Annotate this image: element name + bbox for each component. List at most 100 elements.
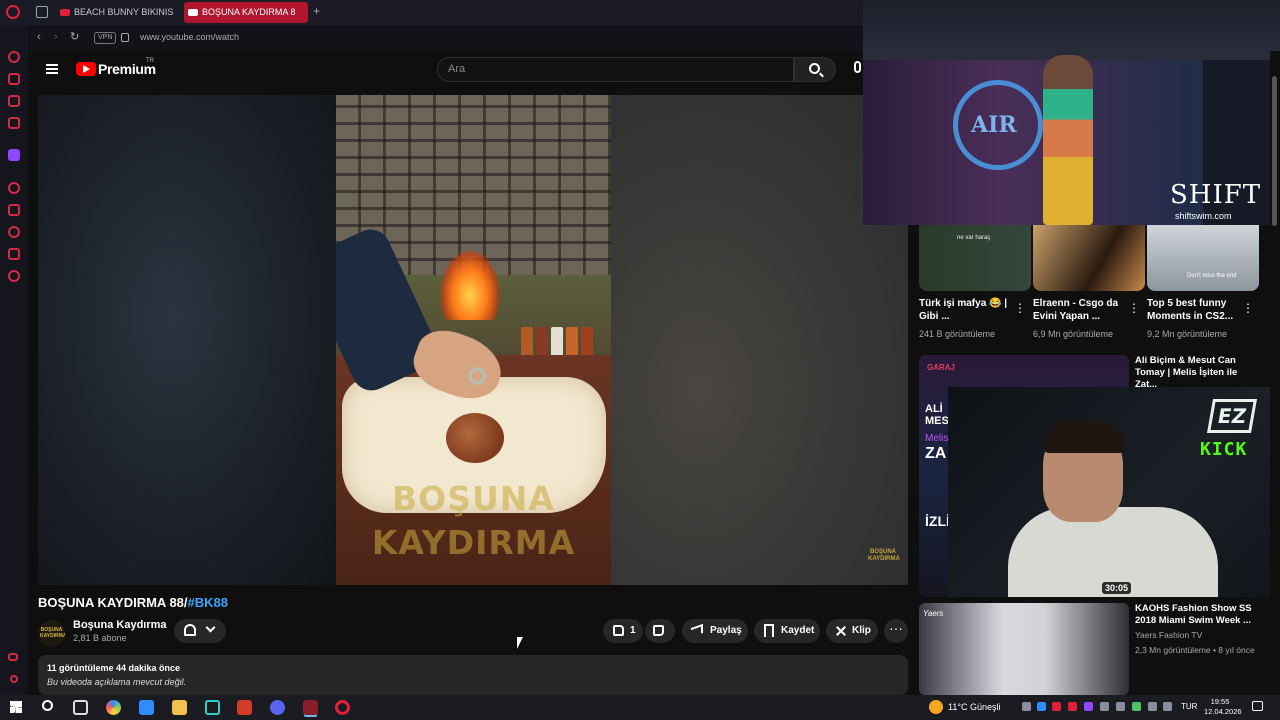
video-player[interactable]: BOŞUNA KAYDIRMA BOŞUNA KAYDIRMA (38, 95, 908, 585)
player-icon[interactable] (8, 182, 20, 194)
opera-logo-icon[interactable] (6, 5, 20, 19)
blurred-backdrop-left (38, 95, 336, 585)
search-icon (809, 63, 820, 74)
tray-icon[interactable] (1052, 702, 1061, 711)
edge-icon[interactable] (139, 700, 154, 715)
volume-icon[interactable] (1163, 702, 1172, 711)
tab-bosuna-kaydirma[interactable]: BOŞUNA KAYDIRMA 8 (184, 2, 308, 23)
recommendation-channel[interactable]: Yaers Fashion TV (1135, 630, 1202, 640)
short-thumbnail[interactable] (1033, 225, 1145, 291)
short-views: 6,9 Mn görüntüleme (1033, 329, 1114, 339)
runway-model (1043, 55, 1093, 225)
search-icon[interactable] (42, 700, 53, 711)
tab-beach-bunny[interactable]: BEACH BUNNY BIKINIS 20 (56, 2, 174, 23)
vpn-badge[interactable]: VPN (94, 32, 117, 44)
description-box[interactable]: 11 görüntüleme 44 dakika önce Bu videoda… (38, 655, 908, 695)
messenger-icon[interactable] (8, 95, 20, 107)
save-button[interactable]: Kaydet (754, 619, 820, 643)
downloads-icon[interactable] (8, 248, 20, 260)
short-menu-button[interactable]: ⋮ (1242, 301, 1254, 315)
corner-watermark: BOŞUNA KAYDIRMA (868, 549, 900, 562)
workspace-icon[interactable] (8, 73, 20, 85)
share-button[interactable]: Paylaş (682, 619, 748, 643)
channel-name[interactable]: Boşuna Kaydırma (73, 619, 167, 631)
video-duration: 30:05 (1102, 582, 1132, 594)
recommendation-title[interactable]: Ali Biçim & Mesut Can Tomay | Melis İşit… (1135, 355, 1255, 391)
short-thumbnail[interactable]: ne var haraç (919, 225, 1031, 291)
tab-islands-icon[interactable] (36, 6, 48, 18)
windows-start-icon[interactable] (10, 701, 22, 713)
scrollbar-thumb[interactable] (1272, 76, 1277, 226)
tray-icon[interactable] (1132, 702, 1141, 711)
short-title[interactable]: Türk işi mafya 😂 | Gibi ... (919, 297, 1019, 323)
views-and-date: 11 görüntüleme 44 dakika önce (47, 663, 181, 673)
network-icon[interactable] (1148, 702, 1157, 711)
menu-icon[interactable] (46, 64, 58, 74)
thumb-text: GARAJ (927, 363, 956, 372)
aria-icon[interactable] (8, 51, 20, 63)
short-thumbnail[interactable]: Don't miss the end (1147, 225, 1259, 291)
tray-icon[interactable] (1068, 702, 1077, 711)
file-explorer-icon[interactable] (172, 700, 187, 715)
picture-in-picture-video[interactable]: AIR SHIFT shiftswim.com (863, 0, 1280, 225)
short-thumb-text: Don't miss the end (1187, 273, 1237, 279)
windows-taskbar: 11°C Güneşli TUR 19:55 12.04.2026 (0, 695, 1280, 720)
short-menu-button[interactable]: ⋮ (1014, 301, 1026, 315)
discord-icon[interactable] (270, 700, 285, 715)
search-input[interactable] (448, 63, 748, 75)
screen: BEACH BUNNY BIKINIS 20 BOŞUNA KAYDIRMA 8… (0, 0, 1280, 720)
opera-gx-icon[interactable] (303, 700, 318, 715)
bell-icon (184, 624, 196, 636)
weather-sun-icon[interactable] (929, 700, 943, 714)
share-label: Paylaş (710, 625, 742, 636)
pip-url: shiftswim.com (1175, 211, 1232, 221)
lock-icon[interactable] (121, 33, 129, 42)
clock[interactable]: 19:55 12.04.2026 (1204, 697, 1242, 717)
tray-icon[interactable] (1084, 702, 1093, 711)
clock-date: 12.04.2026 (1204, 707, 1242, 716)
short-title[interactable]: Top 5 best funny Moments in CS2... (1147, 297, 1247, 323)
more-icon[interactable] (10, 675, 18, 683)
notification-icon[interactable] (1252, 701, 1263, 711)
input-language[interactable]: TUR (1181, 702, 1197, 711)
task-view-icon[interactable] (73, 700, 88, 715)
bookmarks-icon[interactable] (8, 204, 20, 216)
page-scrollbar[interactable] (1270, 51, 1280, 695)
back-button[interactable]: ‹ (37, 31, 41, 43)
youtube-logo-icon[interactable] (76, 62, 96, 76)
dislike-button[interactable] (645, 619, 675, 643)
video-thumbnail[interactable]: Yaers (919, 603, 1129, 695)
history-icon[interactable] (8, 226, 20, 238)
clip-button[interactable]: Klip (826, 619, 878, 643)
opera-icon[interactable] (335, 700, 350, 715)
voicemod-icon[interactable] (237, 700, 252, 715)
short-title[interactable]: Elraenn - Csgo da Evini Yapan ... (1033, 297, 1133, 323)
recommendation-title[interactable]: KAOHS Fashion Show SS 2018 Miami Swim We… (1135, 603, 1255, 627)
gx-icon[interactable] (8, 653, 18, 661)
subscribed-notifications-button[interactable] (174, 619, 226, 643)
channel-avatar[interactable] (38, 620, 65, 647)
twitch-icon[interactable] (8, 149, 20, 161)
url-field[interactable]: www.youtube.com/watch (140, 32, 239, 42)
tray-icon[interactable] (1022, 702, 1031, 711)
copilot-icon[interactable] (106, 700, 121, 715)
hashtag-link[interactable]: #BK88 (188, 595, 228, 610)
forward-button[interactable]: › (54, 31, 58, 43)
search-button[interactable] (794, 57, 836, 82)
weather-text[interactable]: 11°C Güneşli (948, 702, 1000, 712)
tray-icon[interactable] (1037, 702, 1046, 711)
reload-button[interactable]: ↻ (70, 30, 79, 43)
like-button[interactable]: 1 (603, 619, 643, 643)
tray-icon[interactable] (1100, 702, 1109, 711)
ez-logo: EZ (1207, 399, 1257, 433)
microphone-icon[interactable] (854, 61, 861, 73)
new-tab-button[interactable]: + (313, 4, 320, 18)
microphone-icon[interactable] (1116, 702, 1125, 711)
app-icon[interactable] (205, 700, 220, 715)
more-actions-button[interactable]: ··· (884, 619, 908, 643)
settings-icon[interactable] (8, 270, 20, 282)
video-title: BOŞUNA KAYDIRMA 88/#BK88 (38, 595, 228, 610)
youtube-header: Premium TR (28, 51, 863, 91)
short-menu-button[interactable]: ⋮ (1128, 301, 1140, 315)
instagram-icon[interactable] (8, 117, 20, 129)
